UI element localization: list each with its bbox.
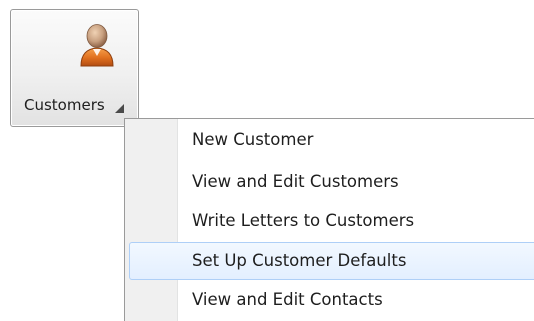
menu-item-view-edit-contacts[interactable]: View and Edit Contacts [129,281,534,319]
menu-item-label: View and Edit Customers [192,172,399,191]
menu-item-view-edit-customers[interactable]: View and Edit Customers [129,163,534,201]
app-stage: Customers New Customer View and Edit Cus… [0,0,534,321]
menu-item-label: New Customer [192,130,314,149]
menu-item-label: View and Edit Contacts [192,290,383,309]
dropdown-arrow-icon[interactable] [115,104,124,113]
customer-person-icon [80,24,114,67]
menu-item-label: Set Up Customer Defaults [192,251,407,270]
menu-item-set-up-customer-defaults[interactable]: Set Up Customer Defaults [129,242,534,280]
customers-button-label: Customers [24,96,105,114]
menu-item-new-customer[interactable]: New Customer [129,121,534,159]
menu-item-label: Write Letters to Customers [192,211,415,230]
menu-item-write-letters[interactable]: Write Letters to Customers [129,202,534,240]
customers-ribbon-button[interactable]: Customers [10,9,139,127]
customers-dropdown-menu: New Customer View and Edit Customers Wri… [124,118,534,321]
